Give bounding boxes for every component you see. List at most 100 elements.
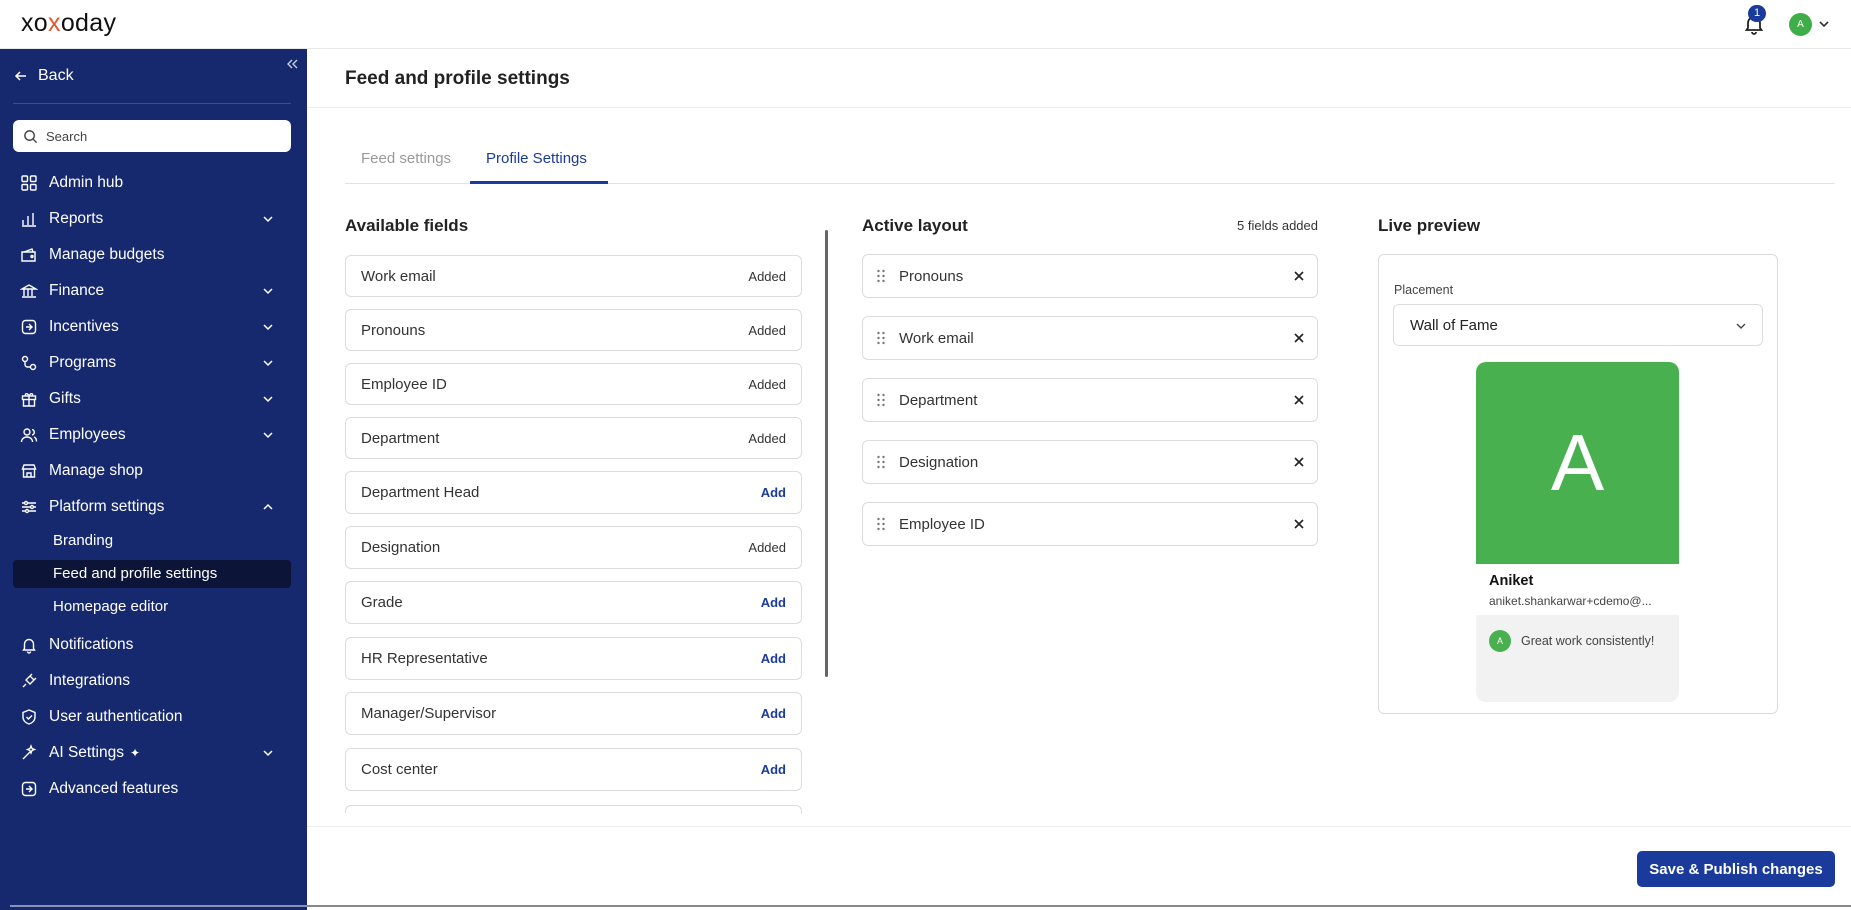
sliders-icon: [20, 498, 38, 516]
save-publish-button[interactable]: Save & Publish changes: [1637, 851, 1835, 887]
profile-info: Aniket aniket.shankarwar+cdemo@...: [1476, 564, 1679, 615]
sidebar-item-gifts[interactable]: Gifts: [20, 385, 287, 413]
collapse-sidebar-icon[interactable]: [284, 56, 300, 72]
add-field-button[interactable]: Add: [761, 762, 786, 777]
active-field-row[interactable]: Work email: [862, 316, 1318, 360]
ai-icon: [20, 744, 38, 762]
sidebar-item-programs[interactable]: Programs: [20, 349, 287, 377]
available-field-row[interactable]: Work email Added: [345, 255, 802, 297]
remove-field-icon[interactable]: [1293, 518, 1305, 530]
sidebar-item-manage-budgets[interactable]: Manage budgets: [20, 241, 287, 269]
chevron-down-icon[interactable]: [261, 320, 275, 334]
sidebar: Back Admin hub Reports Manage budgets Fi…: [0, 49, 307, 910]
sidebar-item-admin-hub[interactable]: Admin hub: [20, 169, 287, 197]
drag-handle-icon[interactable]: [875, 330, 887, 346]
remove-field-icon[interactable]: [1293, 332, 1305, 344]
tab-profile-settings[interactable]: Profile Settings: [486, 150, 587, 167]
add-field-button[interactable]: Add: [761, 706, 786, 721]
drag-handle-icon[interactable]: [875, 454, 887, 470]
grid-icon: [20, 174, 38, 192]
incentive-icon: [20, 318, 38, 336]
chevron-down-icon[interactable]: [261, 284, 275, 298]
available-field-row[interactable]: Department Head Add: [345, 471, 802, 514]
sidebar-item-platform-settings[interactable]: Platform settings: [20, 493, 287, 521]
user-avatar[interactable]: A: [1789, 13, 1812, 36]
available-field-row[interactable]: Cost center Add: [345, 748, 802, 791]
field-status: Added: [748, 430, 786, 446]
bar-chart-icon: [20, 210, 38, 228]
sidebar-item-ai-settings[interactable]: AI Settings ✦: [20, 739, 287, 767]
live-preview-title: Live preview: [1378, 216, 1481, 235]
active-field-row[interactable]: Pronouns: [862, 254, 1318, 298]
chevron-up-icon[interactable]: [261, 500, 275, 514]
active-layout-title: Active layout: [862, 216, 968, 235]
active-field-row[interactable]: Employee ID: [862, 502, 1318, 546]
chevron-down-icon[interactable]: [261, 356, 275, 370]
active-field-row[interactable]: Designation: [862, 440, 1318, 484]
profile-image-placeholder: A: [1476, 362, 1679, 564]
sidebar-subitem-homepage-editor[interactable]: Homepage editor: [53, 594, 168, 620]
xoxoday-logo[interactable]: xoxoday: [21, 9, 116, 38]
available-field-row[interactable]: Grade Add: [345, 581, 802, 624]
notification-count-badge: 1: [1748, 5, 1766, 22]
page-title: Feed and profile settings: [345, 68, 570, 89]
sidebar-subitem-branding[interactable]: Branding: [53, 528, 113, 554]
sidebar-item-user-authentication[interactable]: User authentication: [20, 703, 287, 731]
chevron-down-icon[interactable]: [261, 392, 275, 406]
available-field-row[interactable]: Department Added: [345, 417, 802, 459]
chevron-down-icon[interactable]: [261, 428, 275, 442]
field-status: Added: [748, 540, 786, 555]
sidebar-bottom-edge: [10, 905, 307, 907]
profile-name: Aniket: [1489, 573, 1534, 589]
chevron-down-icon[interactable]: [261, 212, 275, 226]
top-bar: xoxoday 1 A: [0, 0, 1851, 49]
bank-icon: [20, 282, 38, 300]
available-field-row[interactable]: Pronouns Added: [345, 309, 802, 351]
plug-icon: [20, 672, 38, 690]
users-icon: [20, 426, 38, 444]
available-field-row[interactable]: Employee ID Added: [345, 363, 802, 405]
field-status: Added: [748, 268, 786, 284]
tab-feed-settings[interactable]: Feed settings: [361, 150, 451, 167]
sparkle-icon: ✦: [129, 746, 141, 760]
sidebar-item-reports[interactable]: Reports: [20, 205, 287, 233]
remove-field-icon[interactable]: [1293, 456, 1305, 468]
available-field-row-partial: [345, 805, 802, 813]
active-field-row[interactable]: Department: [862, 378, 1318, 422]
sidebar-item-finance[interactable]: Finance: [20, 277, 287, 305]
wallet-icon: [20, 246, 38, 264]
available-fields-title: Available fields: [345, 216, 469, 235]
gift-icon: [20, 390, 38, 408]
placement-dropdown[interactable]: Wall of Fame: [1393, 304, 1763, 346]
chevron-down-icon[interactable]: [1817, 17, 1831, 31]
drag-handle-icon[interactable]: [875, 268, 887, 284]
available-field-row[interactable]: Manager/Supervisor Add: [345, 692, 802, 735]
sidebar-item-notifications[interactable]: Notifications: [20, 631, 287, 659]
available-fields-scrollbar[interactable]: [825, 230, 828, 677]
search-icon: [24, 129, 38, 143]
advanced-icon: [20, 780, 38, 798]
chevron-down-icon[interactable]: [261, 746, 275, 760]
search-input[interactable]: [46, 128, 276, 144]
sidebar-subitem-feed-and-profile-settings[interactable]: Feed and profile settings: [53, 561, 217, 587]
remove-field-icon[interactable]: [1293, 270, 1305, 282]
field-status: Added: [748, 376, 786, 392]
sidebar-item-employees[interactable]: Employees: [20, 421, 287, 449]
fields-added-count: 5 fields added: [1237, 218, 1318, 233]
remove-field-icon[interactable]: [1293, 394, 1305, 406]
back-button[interactable]: Back: [14, 67, 74, 85]
sidebar-item-manage-shop[interactable]: Manage shop: [20, 457, 287, 485]
sidebar-item-incentives[interactable]: Incentives: [20, 313, 287, 341]
available-field-row[interactable]: Designation Added: [345, 526, 802, 569]
add-field-button[interactable]: Add: [761, 485, 786, 500]
sidebar-search[interactable]: [13, 120, 291, 152]
sidebar-item-advanced-features[interactable]: Advanced features: [20, 775, 287, 803]
drag-handle-icon[interactable]: [875, 516, 887, 532]
add-field-button[interactable]: Add: [761, 651, 786, 666]
add-field-button[interactable]: Add: [761, 595, 786, 610]
available-field-row[interactable]: HR Representative Add: [345, 637, 802, 680]
drag-handle-icon[interactable]: [875, 392, 887, 408]
shop-icon: [20, 462, 38, 480]
bottom-edge: [307, 905, 1851, 907]
sidebar-item-integrations[interactable]: Integrations: [20, 667, 287, 695]
